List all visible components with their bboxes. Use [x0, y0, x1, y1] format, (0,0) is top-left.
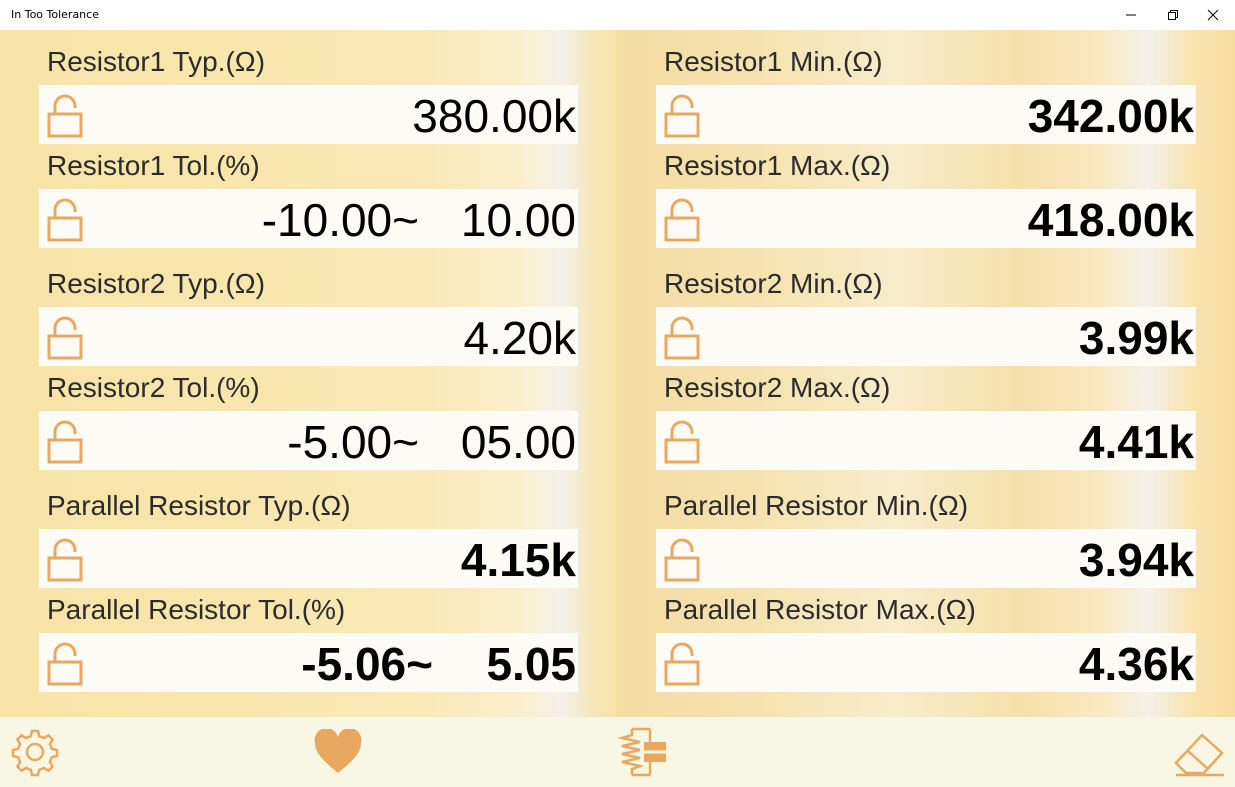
close-icon — [1207, 9, 1219, 21]
par-max-field: 4.36k — [656, 633, 1196, 692]
input-panel: Resistor1 Typ.(Ω) 380.00k Resistor1 Tol.… — [0, 30, 617, 717]
r1-min-label: Resistor1 Min.(Ω) — [664, 46, 883, 77]
settings-button[interactable] — [8, 725, 62, 779]
r2-tol-min[interactable]: -5.00~ — [287, 417, 419, 467]
clear-button[interactable] — [1172, 725, 1226, 779]
r2-min-value[interactable]: 3.99k — [1079, 313, 1194, 363]
unlock-icon[interactable] — [47, 420, 83, 464]
unlock-icon[interactable] — [664, 642, 700, 686]
r1-tol-min[interactable]: -10.00~ — [262, 195, 419, 245]
restore-icon — [1168, 10, 1178, 20]
eraser-icon — [1174, 733, 1224, 777]
r2-max-label: Resistor2 Max.(Ω) — [664, 372, 891, 403]
par-typ-value: 4.15k — [460, 534, 576, 586]
r1-tol-label: Resistor1 Tol.(%) — [47, 150, 260, 181]
r2-min-field[interactable]: 3.99k — [656, 307, 1196, 366]
title-bar: In Too Tolerance — [0, 0, 1235, 30]
par-tol-max: 5.05 — [486, 638, 576, 690]
unlock-icon[interactable] — [664, 420, 700, 464]
r2-max-field[interactable]: 4.41k — [656, 411, 1196, 470]
unlock-icon[interactable] — [47, 316, 83, 360]
heart-icon — [314, 729, 362, 773]
r1-max-field[interactable]: 418.00k — [656, 189, 1196, 248]
par-max-label: Parallel Resistor Max.(Ω) — [664, 594, 976, 625]
r1-max-label: Resistor1 Max.(Ω) — [664, 150, 891, 181]
par-tol-label: Parallel Resistor Tol.(%) — [47, 594, 346, 625]
r1-typ-field[interactable]: 380.00k — [39, 85, 578, 144]
r1-typ-value[interactable]: 380.00k — [412, 91, 576, 141]
r2-max-value[interactable]: 4.41k — [1079, 417, 1194, 467]
r2-tol-max[interactable]: 05.00 — [461, 417, 576, 467]
unlock-icon[interactable] — [664, 94, 700, 138]
r2-typ-label: Resistor2 Typ.(Ω) — [47, 268, 266, 299]
parallel-resistor-icon — [617, 727, 666, 777]
par-tol-min: -5.06~ — [301, 638, 433, 690]
r1-tol-field[interactable]: -10.00~ 10.00 — [39, 189, 578, 248]
minimize-icon — [1126, 14, 1136, 16]
result-panel: Resistor1 Min.(Ω) 342.00k Resistor1 Max.… — [617, 30, 1235, 717]
bottom-toolbar — [0, 717, 1235, 787]
parallel-mode-button[interactable] — [614, 725, 668, 779]
r2-typ-field[interactable]: 4.20k — [39, 307, 578, 366]
r1-min-value[interactable]: 342.00k — [1028, 91, 1194, 141]
unlock-icon[interactable] — [47, 198, 83, 242]
par-min-field: 3.94k — [656, 529, 1196, 588]
par-min-value: 3.94k — [1078, 534, 1194, 586]
r2-tol-label: Resistor2 Tol.(%) — [47, 372, 260, 403]
r1-tol-max[interactable]: 10.00 — [461, 195, 576, 245]
favorite-button[interactable] — [311, 725, 365, 779]
close-button[interactable] — [1190, 0, 1235, 30]
par-typ-label: Parallel Resistor Typ.(Ω) — [47, 490, 351, 521]
window-title: In Too Tolerance — [11, 8, 99, 21]
r2-tol-field[interactable]: -5.00~ 05.00 — [39, 411, 578, 470]
r1-typ-label: Resistor1 Typ.(Ω) — [47, 46, 266, 77]
r1-max-value[interactable]: 418.00k — [1028, 195, 1194, 245]
r2-typ-value[interactable]: 4.20k — [463, 313, 576, 363]
minimize-button[interactable] — [1108, 0, 1154, 30]
r2-min-label: Resistor2 Min.(Ω) — [664, 268, 883, 299]
unlock-icon[interactable] — [47, 642, 83, 686]
par-min-label: Parallel Resistor Min.(Ω) — [664, 490, 969, 521]
unlock-icon[interactable] — [664, 316, 700, 360]
unlock-icon[interactable] — [47, 538, 83, 582]
par-typ-field: 4.15k — [39, 529, 578, 588]
unlock-icon[interactable] — [664, 198, 700, 242]
unlock-icon[interactable] — [664, 538, 700, 582]
par-max-value: 4.36k — [1078, 638, 1194, 690]
r1-min-field[interactable]: 342.00k — [656, 85, 1196, 144]
unlock-icon[interactable] — [47, 94, 83, 138]
gear-icon — [11, 729, 59, 777]
par-tol-field: -5.06~ 5.05 — [39, 633, 578, 692]
